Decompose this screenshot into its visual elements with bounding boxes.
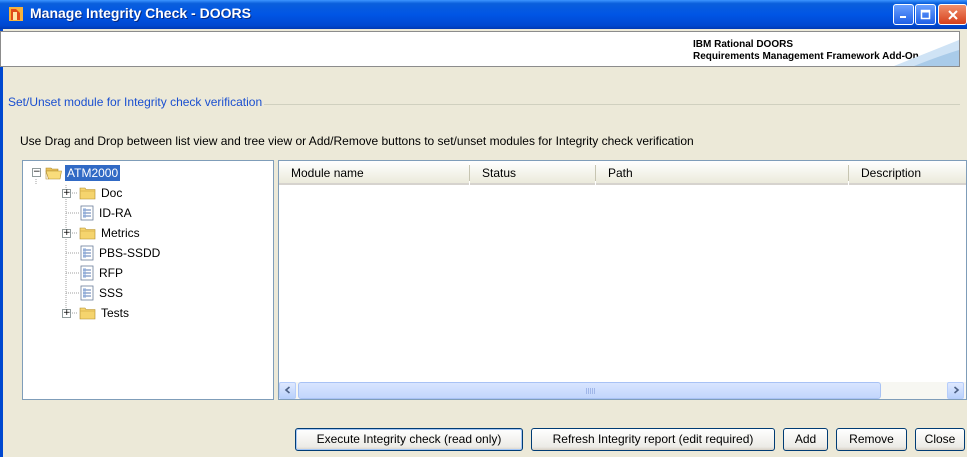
tree-guide-lines <box>35 179 80 314</box>
tree-item-doc[interactable]: Doc <box>79 184 124 202</box>
remove-button[interactable]: Remove <box>836 428 907 451</box>
horizontal-scrollbar[interactable] <box>279 382 966 399</box>
formal-module-icon <box>80 205 94 221</box>
column-header-description[interactable]: Description <box>849 161 966 185</box>
tree-item-label: ATM2000 <box>65 165 121 181</box>
column-header-path[interactable]: Path <box>596 161 848 185</box>
formal-module-icon <box>80 245 94 261</box>
refresh-integrity-report-button[interactable]: Refresh Integrity report (edit required) <box>531 428 775 451</box>
title-bar[interactable]: Manage Integrity Check - DOORS <box>0 0 967 29</box>
column-header-module-name[interactable]: Module name <box>279 161 469 185</box>
tree-item-rfp[interactable]: RFP <box>80 264 125 282</box>
scroll-thumb[interactable] <box>298 382 881 399</box>
module-tree-view[interactable]: − ATM2000 + Doc ID-RA + Metrics PBS-SSDD… <box>22 160 274 400</box>
integrity-module-list-view[interactable]: Module name Status Path Description <box>278 160 967 400</box>
scroll-left-button[interactable] <box>279 382 296 399</box>
folder-icon <box>79 187 96 200</box>
window-title: Manage Integrity Check - DOORS <box>30 5 251 21</box>
tree-item-label: ID-RA <box>99 206 132 220</box>
execute-integrity-check-button[interactable]: Execute Integrity check (read only) <box>295 428 523 451</box>
tree-item-label: Tests <box>101 306 130 320</box>
tree-item-label: PBS-SSDD <box>99 246 161 260</box>
window-left-border <box>0 29 3 457</box>
group-legend: Set/Unset module for Integrity check ver… <box>8 95 265 109</box>
tree-item-sss[interactable]: SSS <box>80 284 125 302</box>
addon-banner: IBM Rational DOORS Requirements Manageme… <box>0 31 960 67</box>
tree-expand-metrics[interactable]: + <box>62 229 71 238</box>
instruction-text: Use Drag and Drop between list view and … <box>20 134 694 148</box>
add-button[interactable]: Add <box>783 428 828 451</box>
formal-module-icon <box>80 265 94 281</box>
tree-item-label: SSS <box>99 286 124 300</box>
open-folder-icon <box>45 167 62 180</box>
tree-item-metrics[interactable]: Metrics <box>79 224 142 242</box>
scroll-left-icon <box>284 386 290 394</box>
tree-item-label: Metrics <box>101 226 140 240</box>
close-icon <box>947 9 958 20</box>
banner-swoosh-graphic <box>894 40 959 66</box>
column-header-status[interactable]: Status <box>470 161 595 185</box>
doors-app-icon <box>9 7 23 21</box>
tree-item-root[interactable]: ATM2000 <box>45 164 121 182</box>
folder-icon <box>79 227 96 240</box>
tree-item-label: Doc <box>101 186 123 200</box>
maximize-icon <box>920 9 931 20</box>
scroll-right-button[interactable] <box>947 382 964 399</box>
close-button[interactable]: Close <box>915 428 965 451</box>
tree-item-label: RFP <box>99 266 123 280</box>
maximize-button[interactable] <box>915 4 936 25</box>
banner-product-name: IBM Rational DOORS <box>693 39 794 50</box>
tree-expand-doc[interactable]: + <box>62 189 71 198</box>
scroll-right-icon <box>953 386 959 394</box>
tree-collapse-root[interactable]: − <box>32 168 41 177</box>
scroll-thumb-grip <box>586 388 596 394</box>
minimize-icon <box>900 16 906 18</box>
close-window-button[interactable] <box>938 4 967 25</box>
minimize-button[interactable] <box>893 4 914 25</box>
formal-module-icon <box>80 285 94 301</box>
folder-icon <box>79 307 96 320</box>
tree-item-tests[interactable]: Tests <box>79 304 131 322</box>
tree-item-pbs-ssdd[interactable]: PBS-SSDD <box>80 244 162 262</box>
tree-item-id-ra[interactable]: ID-RA <box>80 204 134 222</box>
tree-expand-tests[interactable]: + <box>62 309 71 318</box>
